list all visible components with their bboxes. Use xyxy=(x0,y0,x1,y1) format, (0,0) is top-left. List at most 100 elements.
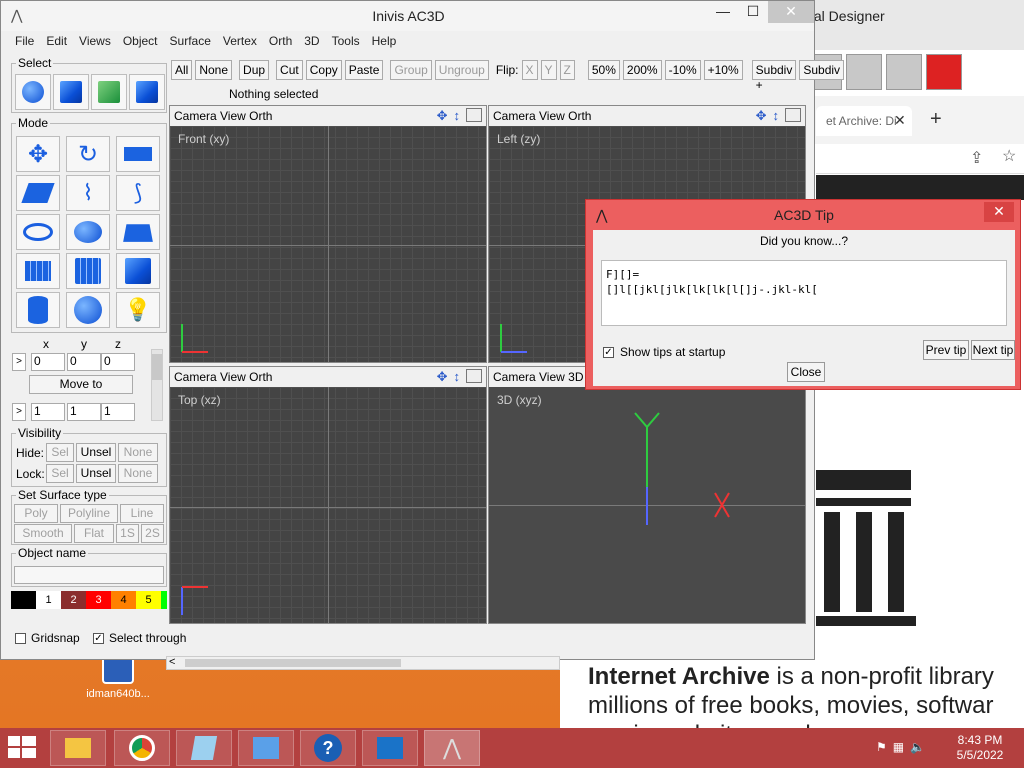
close-button[interactable]: ✕ xyxy=(768,1,814,23)
lock-unsel-button[interactable]: Unsel xyxy=(76,464,116,483)
minimize-button[interactable]: — xyxy=(708,1,738,23)
address-bar[interactable]: ⇪ ☆ xyxy=(816,144,1024,174)
palette-swatch[interactable]: 4 xyxy=(111,591,136,609)
polyline-button[interactable]: Polyline xyxy=(60,504,118,523)
menu-object[interactable]: Object xyxy=(117,31,164,53)
position-apply-button[interactable]: > xyxy=(12,353,26,371)
pan-icon[interactable]: ✥ xyxy=(756,108,767,124)
scale-x-input[interactable]: 1 xyxy=(31,403,65,421)
notepad-icon[interactable] xyxy=(176,730,232,766)
polygon-tool-icon[interactable] xyxy=(16,175,60,211)
menu-views[interactable]: Views xyxy=(73,31,117,53)
file-explorer-icon[interactable] xyxy=(50,730,106,766)
paste-button[interactable]: Paste xyxy=(344,60,384,80)
position-x-input[interactable]: 0 xyxy=(31,353,65,371)
menu-vertex[interactable]: Vertex xyxy=(217,31,263,53)
viewport-3d[interactable]: Camera View 3D ✥↕ 3D (xyz) xyxy=(488,366,806,624)
poly-button[interactable]: Poly xyxy=(14,504,58,523)
viewport-menu[interactable]: Camera View Orth xyxy=(174,370,272,384)
extrude-mode-icon[interactable] xyxy=(116,136,160,172)
lock-sel-button[interactable]: Sel xyxy=(46,464,74,483)
menu-file[interactable]: File xyxy=(9,31,40,53)
pan-icon[interactable]: ✥ xyxy=(437,108,448,124)
viewport-menu[interactable]: Camera View Orth xyxy=(493,109,591,123)
object-name-input[interactable] xyxy=(14,566,164,584)
viewport-front[interactable]: Camera View Orth ✥ ↕ Front (xy) xyxy=(169,105,487,363)
select-edges-icon[interactable] xyxy=(91,74,127,110)
flip-z-button[interactable]: Z xyxy=(559,60,575,80)
grid-box-tool-icon[interactable] xyxy=(66,253,110,289)
viewport-menu[interactable]: Camera View Orth xyxy=(174,109,272,123)
scale-apply-button[interactable]: > xyxy=(12,403,26,421)
ac3d-taskbar-icon[interactable]: ⋀ xyxy=(424,730,480,766)
panel-scrollbar[interactable] xyxy=(151,349,163,421)
palette-swatch[interactable] xyxy=(161,591,167,609)
network-icon[interactable]: ▦ xyxy=(893,740,904,754)
show-tips-checkbox[interactable]: ✓ xyxy=(603,346,614,358)
line-tool-icon[interactable]: ⟆ xyxy=(116,175,160,211)
light-tool-icon[interactable]: 💡 xyxy=(116,292,160,328)
palette-swatch[interactable]: 5 xyxy=(136,591,161,609)
ungroup-button[interactable]: Ungroup xyxy=(434,60,489,80)
move-to-button[interactable]: Move to xyxy=(29,375,133,394)
position-z-input[interactable]: 0 xyxy=(101,353,135,371)
camera-icon[interactable] xyxy=(466,108,482,122)
next-tip-button[interactable]: Next tip xyxy=(971,340,1015,360)
tool-icon[interactable] xyxy=(846,54,882,90)
viewport-menu[interactable]: Camera View 3D xyxy=(493,370,583,384)
select-objects-icon[interactable] xyxy=(15,74,51,110)
scroll-thumb[interactable] xyxy=(185,659,401,667)
zoom-plus10-button[interactable]: +10% xyxy=(703,60,743,80)
new-tab-button[interactable]: + xyxy=(930,108,942,131)
pan-icon[interactable]: ✥ xyxy=(437,369,448,385)
camera-icon[interactable] xyxy=(466,369,482,383)
mesh-tool-icon[interactable] xyxy=(16,253,60,289)
help-icon[interactable]: ? xyxy=(300,730,356,766)
select-all-button[interactable]: All xyxy=(171,60,193,80)
zoom-icon[interactable]: ↕ xyxy=(773,108,780,124)
volume-icon[interactable]: 🔈 xyxy=(910,740,925,754)
flip-x-button[interactable]: X xyxy=(521,60,538,80)
windows-start-icon[interactable] xyxy=(8,736,36,760)
tab-close-icon[interactable]: ✕ xyxy=(894,112,906,129)
star-icon[interactable]: ☆ xyxy=(1002,146,1016,166)
maximize-button[interactable]: ☐ xyxy=(738,1,768,23)
dup-button[interactable]: Dup xyxy=(239,60,270,80)
ellipse-tool-icon[interactable] xyxy=(16,214,60,250)
palette-swatch[interactable]: 1 xyxy=(36,591,61,609)
clock[interactable]: 8:43 PM 5/5/2022 xyxy=(944,733,1016,763)
hide-none-button[interactable]: None xyxy=(118,443,158,462)
polyline-tool-icon[interactable]: ⌇ xyxy=(66,175,110,211)
subdiv-plus-button[interactable]: Subdiv + xyxy=(751,60,797,92)
tool-icon[interactable] xyxy=(886,54,922,90)
zoom-minus10-button[interactable]: -10% xyxy=(664,60,701,80)
tip-text-area[interactable]: F][]= []l[[jkl[jlk[lk[lk[l[]j-.jkl-kl[ xyxy=(601,260,1007,326)
two-sided-button[interactable]: 2S xyxy=(141,524,164,543)
scroll-left-arrow[interactable]: < xyxy=(169,656,175,668)
hide-unsel-button[interactable]: Unsel xyxy=(76,443,116,462)
subdiv-button[interactable]: Subdiv xyxy=(799,60,845,80)
rotate-mode-icon[interactable]: ↻ xyxy=(66,136,110,172)
one-sided-button[interactable]: 1S xyxy=(116,524,139,543)
select-surfaces-icon[interactable] xyxy=(53,74,89,110)
menu-tools[interactable]: Tools xyxy=(326,31,366,53)
prev-tip-button[interactable]: Prev tip xyxy=(923,340,969,360)
menu-3d[interactable]: 3D xyxy=(298,31,325,53)
smooth-button[interactable]: Smooth xyxy=(14,524,72,543)
dialog-close-icon[interactable]: ✕ xyxy=(984,202,1014,222)
select-through-checkbox[interactable]: ✓ xyxy=(93,633,104,644)
package-icon[interactable] xyxy=(362,730,418,766)
share-icon[interactable]: ⇪ xyxy=(970,148,983,168)
zoom-icon[interactable]: ↕ xyxy=(454,108,461,124)
flag-icon[interactable]: ⚑ xyxy=(876,740,887,754)
camera-icon[interactable] xyxy=(785,108,801,122)
palette-swatch[interactable]: 2 xyxy=(61,591,86,609)
select-vertices-icon[interactable] xyxy=(129,74,165,110)
select-none-button[interactable]: None xyxy=(195,60,233,80)
close-red-x-icon[interactable] xyxy=(926,54,962,90)
menu-orth[interactable]: Orth xyxy=(263,31,298,53)
palette-swatch[interactable]: 3 xyxy=(86,591,111,609)
move-mode-icon[interactable]: ✥ xyxy=(16,136,60,172)
zoom-200-button[interactable]: 200% xyxy=(622,60,662,80)
cylinder-tool-icon[interactable] xyxy=(16,292,60,328)
